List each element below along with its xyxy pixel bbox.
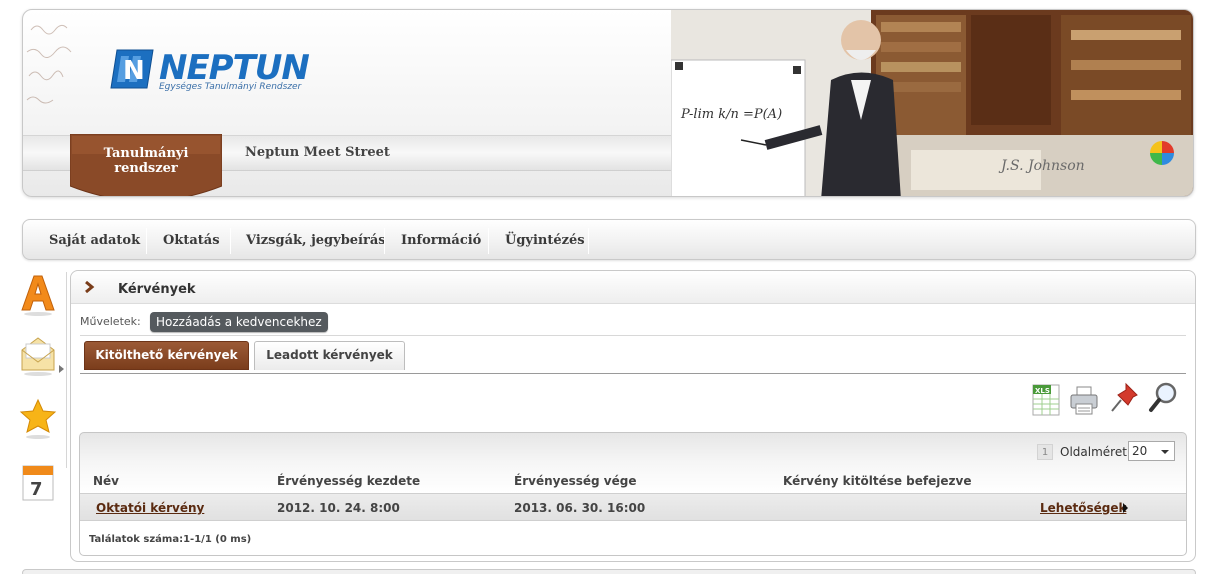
tab-kitoltheto-kervenyek[interactable]: Kitölthető kérvények: [84, 341, 249, 370]
svg-text:J.S. Johnson: J.S. Johnson: [998, 158, 1085, 174]
column-header-nev[interactable]: Név: [93, 474, 119, 488]
font-a-icon[interactable]: [18, 272, 58, 316]
row-options-link[interactable]: Lehetőségek: [1040, 501, 1126, 515]
xls-label: XLS: [1035, 387, 1050, 395]
tab-tanulmanyi-rendszer-label: Tanulmányi rendszer: [103, 146, 189, 176]
next-panel-edge: [22, 569, 1196, 574]
column-header-kitoltes-befejezve[interactable]: Kérvény kitöltése befejezve: [783, 474, 971, 488]
requests-grid: 1 Oldalméret 20 Név Érvényesség kezdete …: [79, 432, 1187, 556]
menu-separator: [588, 228, 589, 254]
row-start: 2012. 10. 24. 8:00: [277, 501, 400, 515]
page-title: Kérvények: [118, 282, 196, 297]
menu-informacio[interactable]: Információ: [401, 230, 481, 252]
side-divider: [66, 272, 67, 468]
print-icon[interactable]: [1068, 381, 1100, 417]
export-xls-icon[interactable]: XLS: [1030, 381, 1062, 417]
tab-underline: [80, 373, 1186, 374]
svg-text:N: N: [123, 56, 145, 86]
tab-neptun-meet-street[interactable]: Neptun Meet Street: [245, 145, 390, 160]
menu-ugyintezes[interactable]: Ügyintézés: [505, 230, 585, 252]
banner-image: P-lim k/n =P(A) J.S. Johnson: [671, 10, 1193, 196]
neptun-logo[interactable]: N NEPTUN Egységes Tanulmányi Rendszer: [109, 48, 319, 96]
page-number[interactable]: 1: [1037, 444, 1053, 460]
kervenyek-panel: Kérvények Műveletek: Hozzáadás a kedvenc…: [70, 270, 1196, 562]
menu-oktatas[interactable]: Oktatás: [163, 230, 220, 252]
svg-text:P-lim k/n =P(A): P-lim k/n =P(A): [680, 107, 782, 122]
tab-tanulmanyi-rendszer[interactable]: Tanulmányi rendszer: [70, 134, 222, 196]
row-name-link[interactable]: Oktatói kérvény: [96, 501, 204, 515]
page-size-label: Oldalméret: [1060, 445, 1127, 459]
star-icon[interactable]: [18, 396, 58, 440]
search-icon[interactable]: [1148, 381, 1180, 417]
main-menu: Saját adatok Oktatás Vizsgák, jegybeírás…: [22, 219, 1196, 260]
panel-header: Kérvények: [71, 271, 1195, 304]
menu-separator: [384, 228, 385, 254]
side-toolbar: 7: [18, 272, 58, 522]
handwriting-decoration: [26, 24, 72, 104]
table-row: Oktatói kérvény 2012. 10. 24. 8:00 2013.…: [80, 493, 1186, 521]
calendar-icon[interactable]: 7: [18, 462, 58, 506]
operations-label: Műveletek:: [80, 315, 141, 328]
neptun-logo-icon: N: [110, 49, 154, 89]
menu-separator: [488, 228, 489, 254]
column-header-ervenyesseg-vege[interactable]: Érvényesség vége: [514, 474, 636, 488]
column-header-ervenyesseg-kezdete[interactable]: Érvényesség kezdete: [277, 474, 420, 488]
menu-separator: [146, 228, 147, 254]
chevron-right-icon[interactable]: [83, 281, 95, 293]
pin-icon[interactable]: [1108, 381, 1140, 417]
tab-leadott-kervenyek[interactable]: Leadott kérvények: [254, 341, 405, 370]
page-size-select[interactable]: 20: [1128, 441, 1175, 461]
menu-sajat-adatok[interactable]: Saját adatok: [49, 230, 140, 252]
menu-vizsgak-jegybeiras[interactable]: Vizsgák, jegybeírás: [246, 230, 386, 252]
color-wheel-icon[interactable]: [1149, 140, 1175, 166]
logo-subtitle: Egységes Tanulmányi Rendszer: [159, 82, 302, 92]
page-size-value: 20: [1132, 444, 1148, 458]
envelope-icon[interactable]: [18, 334, 58, 378]
header-banner: N NEPTUN Egységes Tanulmányi Rendszer Ta…: [22, 9, 1194, 197]
divider: [80, 335, 1186, 336]
menu-separator: [230, 228, 231, 254]
add-to-favorites-button[interactable]: Hozzáadás a kedvencekhez: [150, 312, 328, 332]
results-count: Találatok száma:1-1/1 (0 ms): [89, 534, 252, 545]
row-end: 2013. 06. 30. 16:00: [514, 501, 646, 515]
calendar-day: 7: [30, 479, 43, 500]
expand-arrow-icon[interactable]: [59, 365, 64, 373]
caret-right-icon[interactable]: [1123, 503, 1128, 513]
chevron-down-icon: [1161, 450, 1169, 454]
